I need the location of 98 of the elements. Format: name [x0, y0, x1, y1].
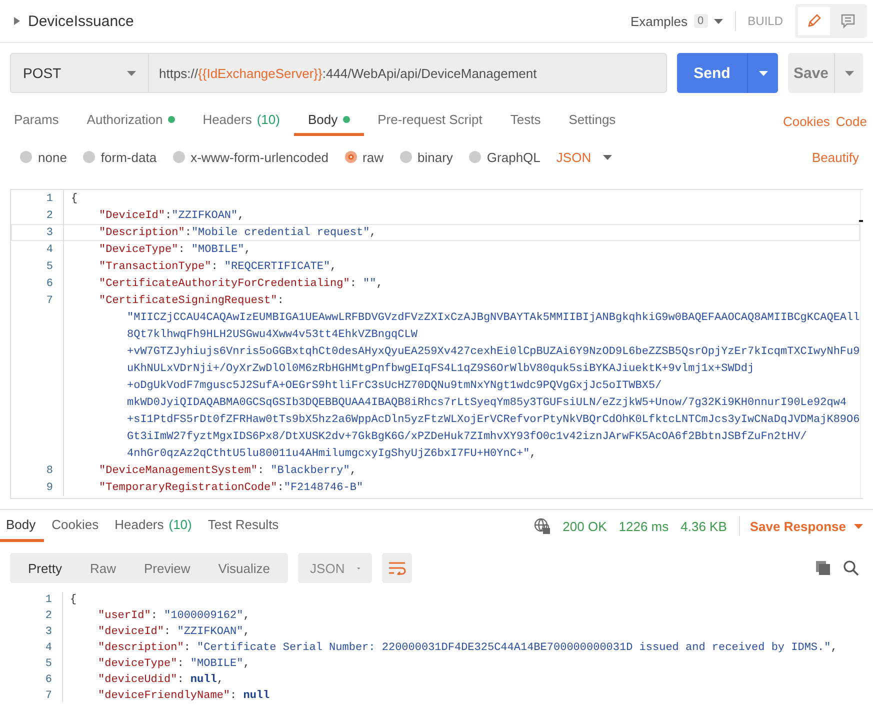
examples-count: 0 [694, 14, 708, 28]
response-tab[interactable]: Cookies [44, 510, 107, 542]
radio-button[interactable] [344, 151, 357, 163]
code-line: Gt3iImW27fyztMgxIDS6Px8/DtXUSK2dv+7GkBgK6G/xPZDeHuk7ZImhvXY93fO0c1v42iznJArwFK5AcOA6f2BbtnJSBfZuFn2tHV/ [11, 428, 860, 445]
caret-icon [854, 524, 863, 528]
code-line: 8Qt7klhwqFh9HLH2USGwu4Xww4v53tt4EhkVZBngqCLW [11, 326, 860, 343]
code-line: 1 { [11, 190, 860, 207]
request-tab[interactable]: Headers (10) [188, 106, 294, 136]
copy-icon[interactable] [815, 560, 831, 576]
line-number: 5 [11, 258, 64, 275]
line-number: 3 [11, 224, 64, 241]
globe-lock-icon[interactable] [532, 517, 551, 535]
response-format-dropdown[interactable]: JSON [298, 553, 372, 583]
request-tab[interactable]: Params [0, 106, 73, 136]
radio-label[interactable]: none [38, 150, 67, 164]
code-line: 3 "deviceId": "ZZIFKOAN", [10, 624, 863, 640]
format-dropdown[interactable]: JSON [556, 150, 592, 164]
caret-icon [127, 70, 136, 76]
radio-button[interactable] [172, 151, 185, 163]
code-line: 9 "TemporaryRegistrationCode":"F2148746-B" [11, 479, 860, 496]
code-line: +oDgUkVodF7mgusc5J2SufA+OEGrS9htliFrC3sUcHZ70DQNu9tmNxYNgt1wdc9PQVgGxjJc5oITWBX5/ [11, 377, 860, 394]
radio-button[interactable] [20, 151, 32, 163]
line-number: 2 [11, 207, 64, 224]
radio-label[interactable]: GraphQL [486, 150, 540, 164]
code-line: 4nhGr0qzAz2qCthtU5lu80011u4AHmilumgcxyIgShyUjZ6bxI7FU+H0YnC+", [11, 445, 860, 462]
code-line: 6 "deviceUdid": null, [10, 672, 863, 688]
code-line: 7 "deviceFriendlyName": null [10, 688, 863, 702]
save-response-button[interactable]: Save Response [738, 516, 863, 536]
code-line: 5 "TransactionType": "REQCERTIFICATE", [11, 258, 860, 275]
request-tab[interactable]: Body [294, 106, 364, 136]
request-tab[interactable]: Settings [554, 106, 630, 136]
code-line: 2 "DeviceId":"ZZIFKOAN", [11, 207, 860, 224]
build-label[interactable]: BUILD [748, 14, 783, 28]
link[interactable]: Cookies [782, 106, 836, 136]
request-tab[interactable]: Authorization [72, 106, 189, 136]
beautify-link[interactable]: Beautify [812, 150, 859, 164]
line-number: 7 [11, 292, 64, 309]
code-line: 6 "CertificateAuthorityForCredentialing": "", [11, 275, 860, 292]
response-tab[interactable]: Test Results [200, 510, 287, 542]
response-time: 1226 ms [618, 518, 669, 534]
status-code: 200 OK [562, 518, 607, 534]
dropdown-caret-icon [714, 18, 723, 24]
code-line: 1 { [10, 592, 863, 608]
method-dropdown[interactable]: POST [11, 54, 149, 92]
line-number: 7 [10, 688, 63, 702]
view-mode-tab[interactable]: Preview [130, 553, 204, 583]
line-number: 6 [11, 275, 64, 292]
line-number: 3 [10, 624, 63, 640]
line-number: 8 [11, 462, 64, 479]
line-number: 1 [11, 190, 64, 207]
caret-icon [758, 70, 768, 76]
wrap-lines-button[interactable] [382, 553, 412, 583]
line-number: 2 [10, 608, 63, 624]
code-line: mkWD0JyiQIDAQABMA0GCSqGSIb3DQEBBQUAA4IBAQB8iRhcs7rLtSyeqYm85y3TGUFsiULN/eZzjkW5+Unow/7g32Ki9KH0nnurI90Le92qw4 [11, 394, 860, 411]
request-tab[interactable]: Pre-request Script [364, 106, 496, 136]
examples-label[interactable]: Examples [630, 14, 688, 28]
code-line: "MIICZjCCAU4CAQAwIzEUMBIGA1UEAwwLRFBDVGVzdFVzZXIxCzAJBgNVBAYTAk5MMIIBIjANBgkqhkiG9w0BAQEFAAOCAQ8AMIIBCgKCAQEAll [11, 309, 860, 326]
radio-button[interactable] [468, 151, 481, 163]
line-number: 6 [10, 672, 63, 688]
code-line: 4 "DeviceType": "MOBILE", [11, 241, 860, 258]
code-line: uKhNULxVDrNji+/OyXrZwDlOl0M6zRbHGHMtgPnfbwgEIqFS4L1qZ9S6OrWlbV80quk5siBYKAJiuektK+9vlmj1x+SWDdj [11, 360, 860, 377]
line-number: 4 [11, 241, 64, 258]
line-number: 9 [11, 479, 64, 496]
caret-icon [603, 154, 612, 160]
wrap-lines-icon [388, 561, 406, 575]
view-mode-tab[interactable]: Raw [76, 553, 130, 583]
radio-label[interactable]: form-data [100, 150, 157, 164]
code-line: +vW7GTZJyhiujs6Vnris5oGGBxtqhCt0desAHyxQyuEA259Xv427cexhEi0lCpBUZAi6Y9NzOD9L6beZZSB5QsrOpjYzEr7kIcqmTXCIwyNhFu9 [11, 343, 860, 360]
radio-label[interactable]: x-www-form-urlencoded [190, 150, 329, 164]
pencil-icon[interactable] [798, 7, 830, 35]
line-number: 4 [10, 640, 63, 656]
response-tab[interactable]: Headers (10) [106, 510, 200, 542]
view-mode-tab[interactable]: Visualize [204, 553, 284, 583]
line-number: 5 [10, 656, 63, 672]
request-title: DeviceIssuance [28, 12, 135, 30]
expand-icon[interactable] [14, 17, 20, 25]
code-line: 3 "Description":"Mobile credential request", [11, 224, 860, 241]
caret-icon [844, 70, 854, 76]
code-line: 7 "CertificateSigningRequest": [11, 292, 860, 309]
code-line: +sI1PtdFS5rDt0fZFRHaw0tTs9bX5hz2a6WppAcDln5yzFtzWLXojErVCRefvorPtyNkVBQrCdOhK0LfktcLNTCmJcs3yIwCNaDqJVDMajK89O6 [11, 411, 860, 428]
request-body-editor[interactable] [10, 189, 863, 499]
search-icon[interactable] [843, 560, 859, 576]
response-tab[interactable]: Body [0, 510, 44, 542]
code-line: 4 "description": "Certificate Serial Number: 220000031DF4DE325C44A14BE700000000031D issued and received by IDMS.", [10, 640, 863, 656]
line-number: 1 [10, 592, 63, 608]
code-line: 8 "DeviceManagementSystem": "Blackberry", [11, 462, 860, 479]
url-field[interactable]: https://{{IdExchangeServer}}:444/WebApi/api/DeviceManagement [149, 54, 537, 92]
radio-button[interactable] [82, 151, 95, 163]
view-mode-tab[interactable]: Pretty [14, 553, 76, 583]
radio-label[interactable]: raw [362, 150, 384, 164]
response-size: 4.36 KB [680, 518, 727, 534]
radio-label[interactable]: binary [418, 150, 453, 164]
url-bar[interactable]: POST https://{{IdExchangeServer}}:444/WebApi/api/DeviceManagement [10, 53, 667, 93]
link[interactable]: Code [836, 106, 873, 136]
request-tab[interactable]: Tests [496, 106, 555, 136]
code-line: 5 "deviceType": "MOBILE", [10, 656, 863, 672]
radio-button[interactable] [400, 151, 412, 163]
code-line: 2 "userId": "1000009162", [10, 608, 863, 624]
